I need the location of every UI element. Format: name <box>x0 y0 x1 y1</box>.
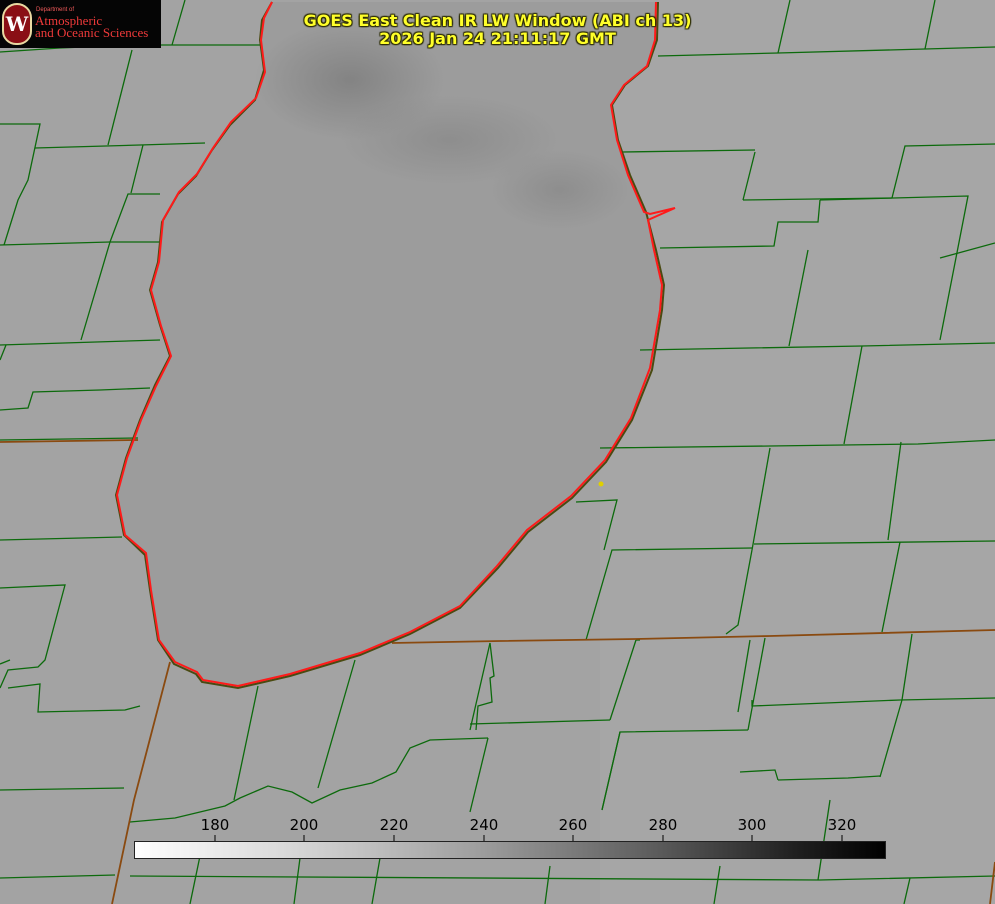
colorbar-tick-label: 240 <box>469 816 499 834</box>
colorbar-tick-label: 220 <box>379 816 409 834</box>
colorbar-tick-label: 280 <box>648 816 678 834</box>
image-title: GOES East Clean IR LW Window (ABI ch 13) <box>303 11 692 30</box>
satellite-map <box>0 0 995 904</box>
temperature-colorbar <box>134 841 886 859</box>
cloud-feature <box>340 95 560 185</box>
colorbar-tick-label: 260 <box>558 816 588 834</box>
station-marker <box>598 481 604 487</box>
image-timestamp: 2026 Jan 24 21:11:17 GMT <box>379 29 616 48</box>
colorbar-tick-label: 300 <box>737 816 767 834</box>
colorbar-tick-label: 200 <box>289 816 319 834</box>
colorbar-tick-label: 320 <box>827 816 857 834</box>
colorbar-tick-label: 180 <box>200 816 230 834</box>
land-shade-east <box>600 0 995 904</box>
